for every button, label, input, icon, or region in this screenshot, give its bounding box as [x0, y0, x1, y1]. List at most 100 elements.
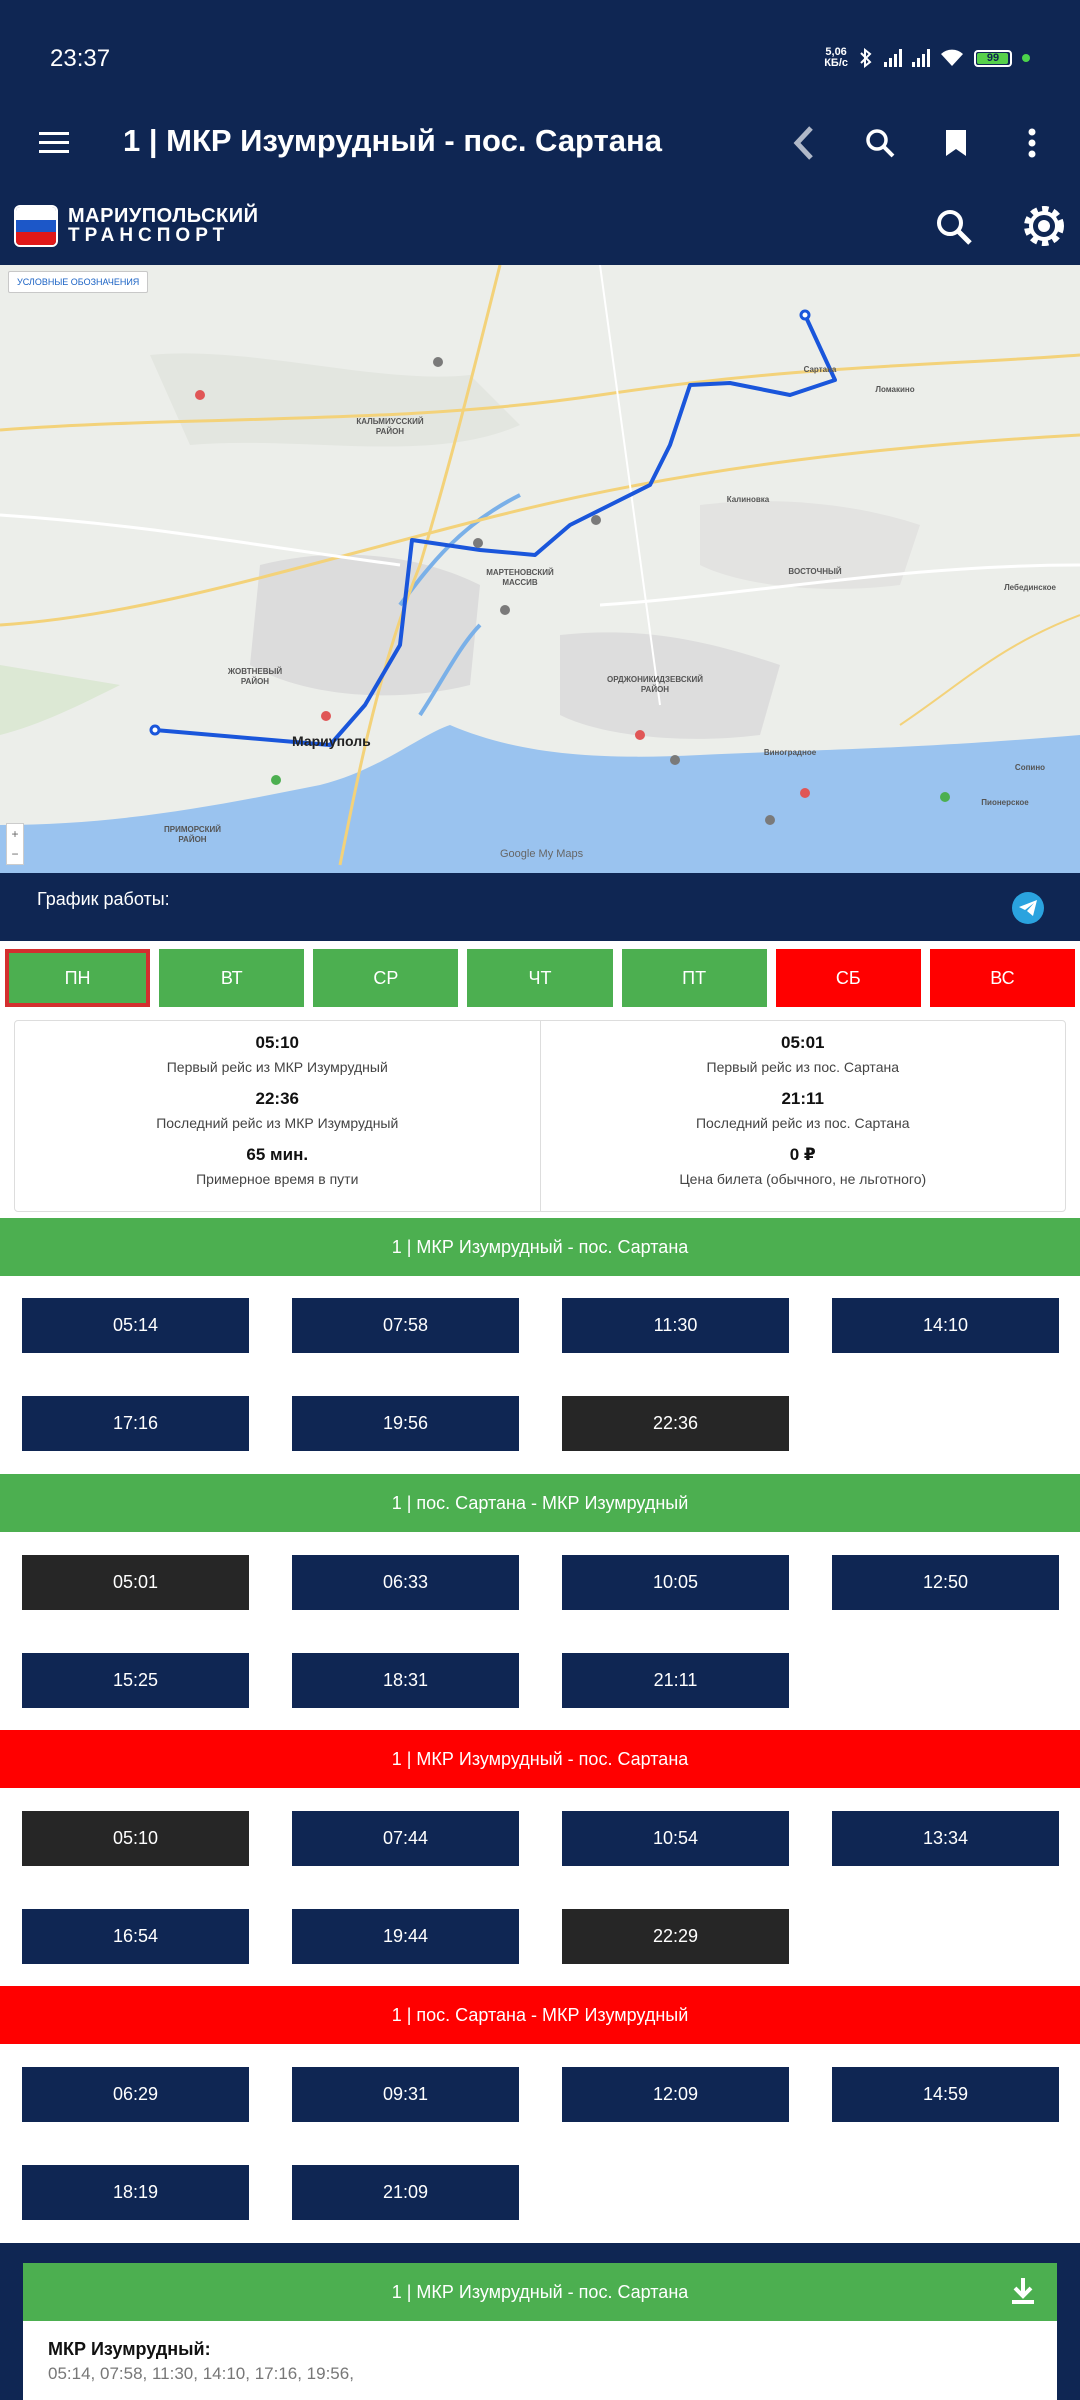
text-timetable-title: 1 | МКР Изумрудный - пос. Сартана	[391, 2281, 689, 2302]
first-departure-label: Первый рейс из МКР Изумрудный	[166, 1059, 388, 1075]
departure-time-button[interactable]: 15:25	[22, 1653, 249, 1708]
weekday-selector: ПН ВТ СР ЧТ ПТ СБ ВС	[0, 941, 1080, 1011]
departure-time-button[interactable]: 13:34	[832, 1811, 1059, 1866]
map-brand: Google My Maps	[500, 848, 584, 860]
departure-time-button[interactable]: 07:44	[292, 1811, 519, 1866]
menu-icon[interactable]	[36, 125, 72, 161]
wifi-icon	[941, 49, 963, 66]
district-label: ЖОВТНЕВЫЙ РАЙОН	[227, 667, 283, 686]
departure-time-button[interactable]: 14:10	[832, 1298, 1059, 1353]
bookmark-button[interactable]	[936, 123, 976, 163]
settings-gear-icon[interactable]	[1020, 202, 1068, 250]
day-button-0[interactable]: ПН	[5, 949, 151, 1007]
back-button[interactable]	[784, 123, 824, 163]
search-button[interactable]	[860, 123, 900, 163]
app-bar-actions	[784, 123, 1052, 163]
first-departure-label: Первый рейс из пос. Сартана	[706, 1059, 900, 1075]
departure-time-button[interactable]: 22:29	[562, 1909, 789, 1964]
district-label: МАРТЕНОВСКИЙ МАССИВ	[486, 568, 554, 587]
departure-time-button[interactable]: 10:05	[562, 1555, 789, 1610]
departure-time-button[interactable]: 10:54	[562, 1811, 789, 1866]
status-icons: 5,06 КБ/с 99	[824, 47, 1030, 69]
bus-flag-logo-icon	[14, 205, 58, 247]
first-departure-value: 05:10	[255, 1033, 299, 1052]
departure-time-button[interactable]: 19:56	[292, 1396, 519, 1451]
departure-time-button[interactable]: 18:31	[292, 1653, 519, 1708]
stop-times: 05:14, 07:58, 11:30, 14:10, 17:16, 19:56…	[48, 2364, 354, 2383]
stop-name: МКР Изумрудный:	[48, 2339, 211, 2359]
departure-time-button[interactable]: 11:30	[562, 1298, 789, 1353]
more-vert-icon	[1028, 128, 1036, 158]
text-timetable-card: 1 | МКР Изумрудный - пос. Сартана МКР Из…	[23, 2263, 1057, 2400]
direction-header: 1 | МКР Изумрудный - пос. Сартана	[0, 1730, 1080, 1788]
text-timetable-area: 1 | МКР Изумрудный - пос. Сартана МКР Из…	[0, 2243, 1080, 2400]
site-search-icon[interactable]	[932, 205, 976, 249]
search-icon	[866, 129, 895, 158]
battery-icon: 99	[974, 49, 1012, 67]
departure-time-button[interactable]: 06:33	[292, 1555, 519, 1610]
departure-time-button[interactable]: 17:16	[22, 1396, 249, 1451]
status-time: 23:37	[50, 45, 111, 72]
place-label: Ломакино	[875, 385, 915, 394]
app-screen: 23:37 5,06 КБ/с 99 1 | МКР Изумрудный - …	[0, 0, 1080, 2400]
chevron-left-icon	[793, 126, 813, 160]
route-map[interactable]: УСЛОВНЫЕ ОБОЗНАЧЕНИЯ КАЛЬМИУССКИЙ РАЙОН …	[0, 265, 1080, 873]
direction-header: 1 | МКР Изумрудный - пос. Сартана	[0, 1218, 1080, 1276]
download-icon[interactable]	[1007, 2275, 1039, 2307]
departure-time-button[interactable]: 05:01	[22, 1555, 249, 1610]
day-button-5[interactable]: СБ	[775, 949, 921, 1007]
logo-text: МАРИУПОЛЬСКИЙ ТРАНСПОРТ	[68, 206, 259, 246]
place-label: Калиновка	[726, 495, 770, 504]
district-label: ПРИМОРСКИЙ РАЙОН	[163, 825, 222, 844]
logo-line-2: ТРАНСПОРТ	[68, 225, 230, 246]
departure-time-button[interactable]: 07:58	[292, 1298, 519, 1353]
travel-time-label: Примерное время в пути	[196, 1171, 359, 1187]
bookmark-icon	[946, 130, 966, 156]
district-label: ВОСТОЧНЫЙ	[788, 567, 842, 576]
net-speed-unit: КБ/с	[824, 57, 848, 69]
place-label: Лебединское	[1004, 583, 1056, 592]
departure-time-button[interactable]: 05:10	[22, 1811, 249, 1866]
battery-level: 99	[986, 52, 1000, 64]
ticket-price-label: Цена билета (обычного, не льготного)	[679, 1171, 927, 1187]
departure-time-button[interactable]: 18:19	[22, 2165, 249, 2220]
departure-time-button[interactable]: 19:44	[292, 1909, 519, 1964]
departure-time-button[interactable]: 12:50	[832, 1555, 1059, 1610]
departure-time-button[interactable]: 21:11	[562, 1653, 789, 1708]
direction-header: 1 | пос. Сартана - МКР Изумрудный	[0, 1986, 1080, 2044]
schedule-header: График работы:	[0, 873, 1080, 941]
status-bar: 23:37 5,06 КБ/с 99	[0, 0, 1080, 95]
site-logo[interactable]: МАРИУПОЛЬСКИЙ ТРАНСПОРТ	[14, 205, 259, 247]
place-label: Сартана	[803, 365, 837, 374]
departure-time-button[interactable]: 09:31	[292, 2067, 519, 2122]
info-column-left: 05:10 Первый рейс из МКР Изумрудный 22:3…	[15, 1021, 540, 1211]
day-button-3[interactable]: ЧТ	[467, 949, 613, 1007]
day-button-4[interactable]: ПТ	[621, 949, 767, 1007]
departure-time-button[interactable]: 22:36	[562, 1396, 789, 1451]
telegram-icon[interactable]	[1012, 892, 1044, 924]
district-label: ОРДЖОНИКИДЗЕВСКИЙ РАЙОН	[606, 675, 704, 694]
schedule-label: График работы:	[37, 889, 170, 909]
last-departure-value: 21:11	[781, 1089, 825, 1108]
departure-time-button[interactable]: 12:09	[562, 2067, 789, 2122]
place-label: Виноградное	[763, 748, 817, 757]
departure-time-button[interactable]: 16:54	[22, 1909, 249, 1964]
ticket-price-value: 0 ₽	[789, 1145, 816, 1164]
departure-time-button[interactable]: 14:59	[832, 2067, 1059, 2122]
more-options-button[interactable]	[1012, 123, 1052, 163]
day-button-2[interactable]: СР	[313, 949, 459, 1007]
day-button-6[interactable]: ВС	[929, 949, 1075, 1007]
net-speed: 5,06 КБ/с	[824, 47, 848, 69]
departure-time-button[interactable]: 21:09	[292, 2165, 519, 2220]
day-button-1[interactable]: ВТ	[159, 949, 305, 1007]
route-info-card: 05:10 Первый рейс из МКР Изумрудный 22:3…	[14, 1020, 1066, 1212]
bluetooth-icon	[860, 48, 872, 68]
direction-header: 1 | пос. Сартана - МКР Изумрудный	[0, 1474, 1080, 1532]
map-zoom-control[interactable]: + −	[6, 823, 24, 865]
departure-time-button[interactable]: 05:14	[22, 1298, 249, 1353]
signal-icon-1	[884, 49, 902, 67]
departure-time-button[interactable]: 06:29	[22, 2067, 249, 2122]
text-timetable-header: 1 | МКР Изумрудный - пос. Сартана	[23, 2263, 1057, 2321]
map-legend-button[interactable]: УСЛОВНЫЕ ОБОЗНАЧЕНИЯ	[8, 271, 149, 293]
logo-line-1: МАРИУПОЛЬСКИЙ	[68, 205, 259, 227]
